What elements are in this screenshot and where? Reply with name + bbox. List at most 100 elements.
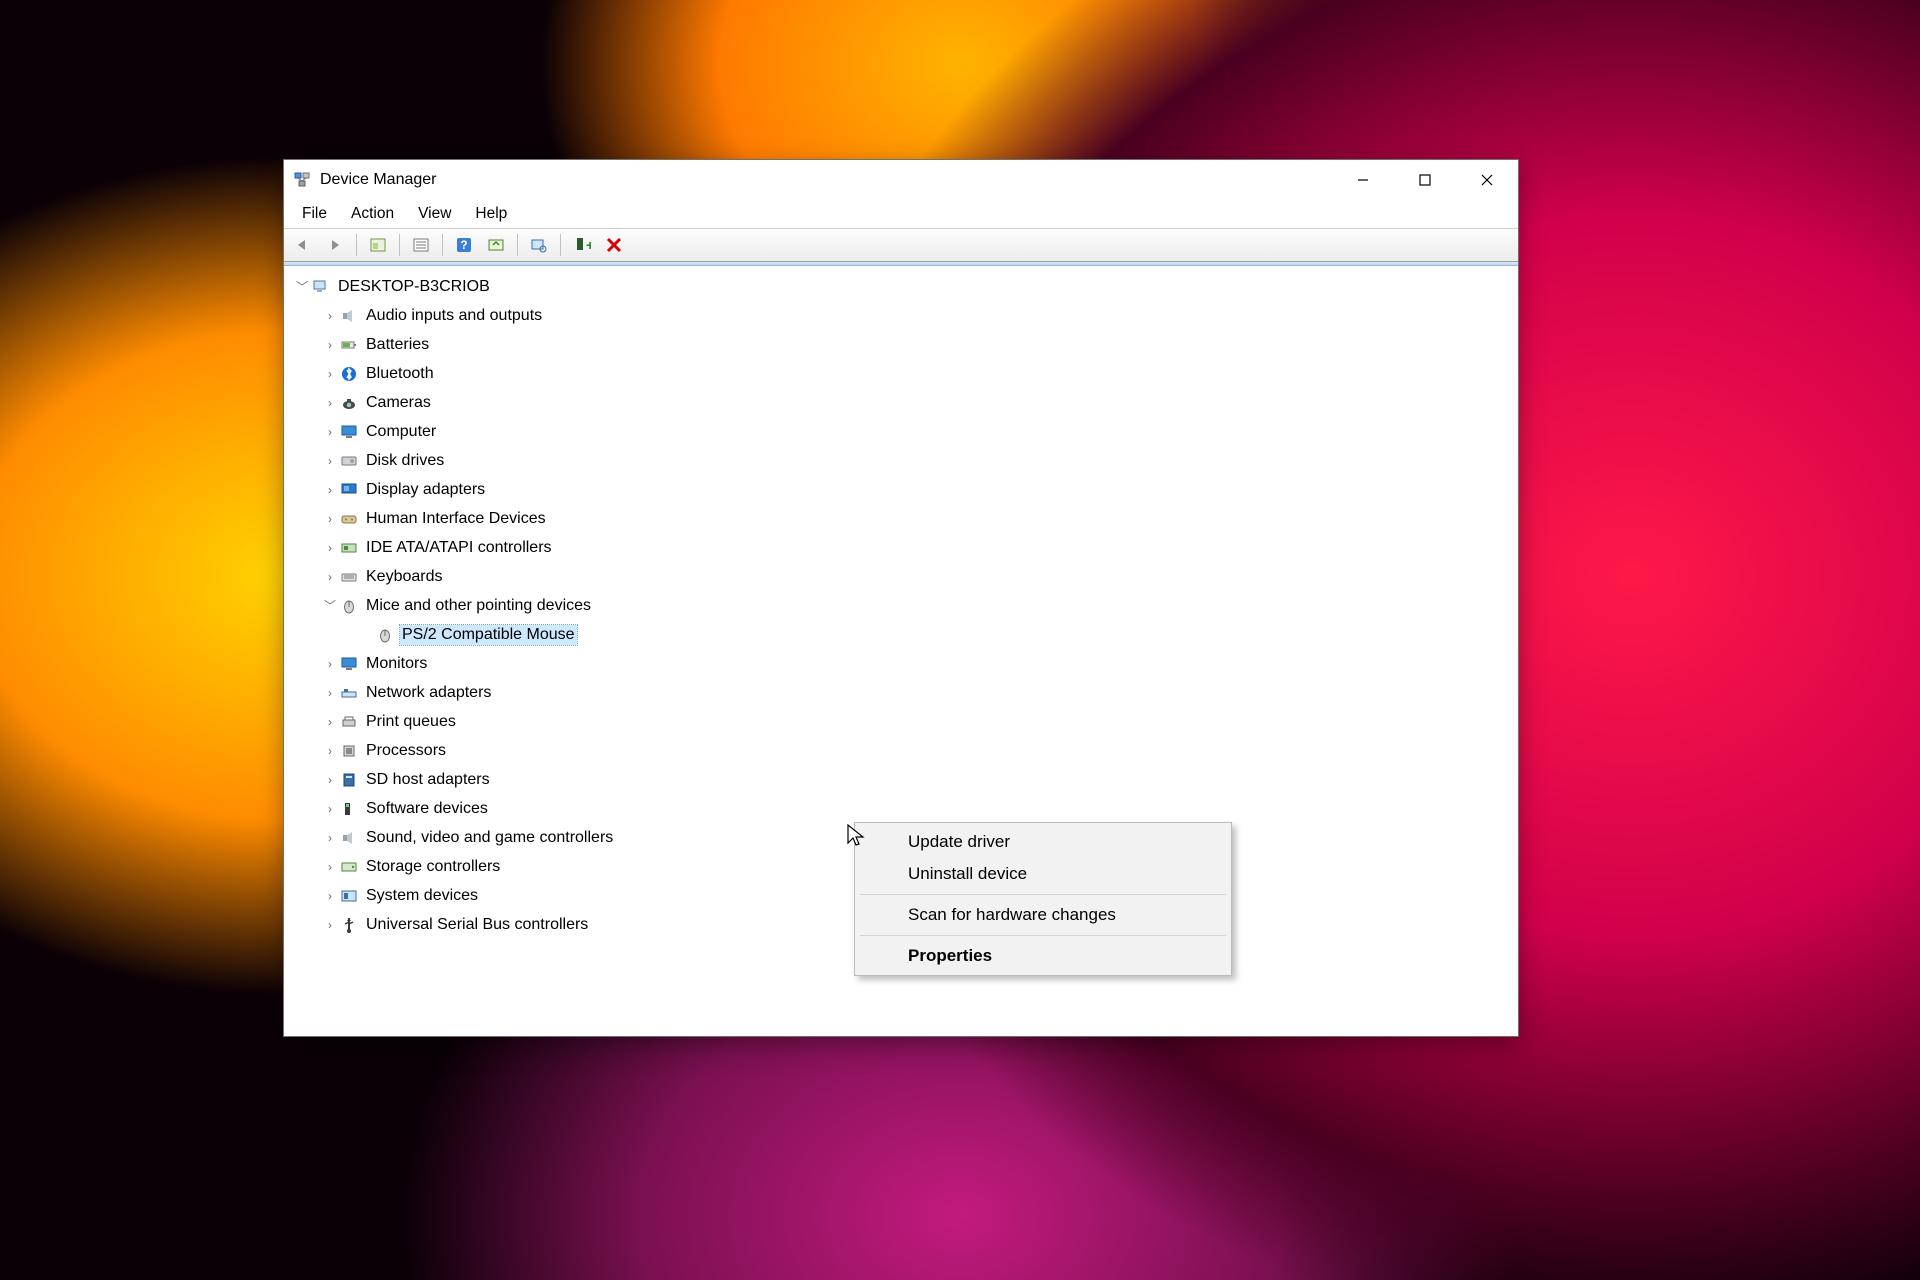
menu-file[interactable]: File — [290, 202, 339, 226]
properties-button[interactable] — [406, 232, 436, 258]
network-icon — [338, 683, 360, 703]
scan-hardware-button[interactable] — [524, 232, 554, 258]
category-label: Audio inputs and outputs — [364, 306, 544, 326]
context-menu-item[interactable]: Scan for hardware changes — [858, 899, 1228, 931]
show-hidden-button[interactable] — [363, 232, 393, 258]
computer-icon — [310, 277, 332, 297]
desktop-wallpaper: Device Manager File Action View Help — [0, 0, 1920, 1280]
svg-text:+: + — [586, 237, 591, 253]
tree-category[interactable]: › Computer — [286, 417, 1516, 446]
menu-help[interactable]: Help — [463, 202, 519, 226]
chevron-right-icon[interactable]: › — [322, 453, 338, 469]
mouse-icon — [374, 625, 396, 645]
tree-category[interactable]: ﹀ Mice and other pointing devices — [286, 591, 1516, 620]
titlebar[interactable]: Device Manager — [284, 160, 1518, 200]
monitor-icon — [338, 654, 360, 674]
tree-category[interactable]: › Keyboards — [286, 562, 1516, 591]
spacer — [358, 627, 374, 643]
chevron-right-icon[interactable]: › — [322, 830, 338, 846]
tree-category[interactable]: › Print queues — [286, 707, 1516, 736]
context-menu-separator — [860, 894, 1226, 895]
category-label: Disk drives — [364, 451, 446, 471]
category-label: Software devices — [364, 799, 490, 819]
chevron-right-icon[interactable]: › — [322, 337, 338, 353]
menu-action[interactable]: Action — [339, 202, 406, 226]
tree-category[interactable]: › Processors — [286, 736, 1516, 765]
context-menu: Update driverUninstall device Scan for ha… — [854, 822, 1232, 976]
category-label: SD host adapters — [364, 770, 492, 790]
tree-category[interactable]: › Disk drives — [286, 446, 1516, 475]
chevron-right-icon[interactable]: › — [322, 685, 338, 701]
menu-view[interactable]: View — [406, 202, 463, 226]
tree-category[interactable]: › SD host adapters — [286, 765, 1516, 794]
menubar: File Action View Help — [284, 200, 1518, 228]
chevron-right-icon[interactable]: › — [322, 656, 338, 672]
category-label: Network adapters — [364, 683, 493, 703]
context-menu-item[interactable]: Update driver — [858, 826, 1228, 858]
chevron-right-icon[interactable]: › — [322, 308, 338, 324]
chevron-right-icon[interactable]: › — [322, 482, 338, 498]
chevron-right-icon[interactable]: › — [322, 917, 338, 933]
uninstall-button[interactable] — [599, 232, 629, 258]
disk-icon — [338, 451, 360, 471]
category-label: Processors — [364, 741, 448, 761]
tree-category[interactable]: › Monitors — [286, 649, 1516, 678]
toolbar-separator — [517, 234, 518, 256]
chevron-right-icon[interactable]: › — [322, 859, 338, 875]
minimize-button[interactable] — [1332, 160, 1394, 200]
chevron-right-icon[interactable]: › — [322, 772, 338, 788]
chevron-down-icon[interactable]: ﹀ — [322, 598, 338, 614]
tree-device[interactable]: PS/2 Compatible Mouse — [286, 620, 1516, 649]
toolbar: ? + — [284, 228, 1518, 262]
category-label: Keyboards — [364, 567, 445, 587]
cpu-icon — [338, 741, 360, 761]
category-label: Print queues — [364, 712, 458, 732]
tree-category[interactable]: › Batteries — [286, 330, 1516, 359]
forward-button[interactable] — [320, 232, 350, 258]
toolbar-separator — [560, 234, 561, 256]
chevron-right-icon[interactable]: › — [322, 511, 338, 527]
category-label: Sound, video and game controllers — [364, 828, 615, 848]
category-label: Computer — [364, 422, 438, 442]
storage-icon — [338, 857, 360, 877]
chevron-right-icon[interactable]: › — [322, 395, 338, 411]
back-button[interactable] — [288, 232, 318, 258]
app-icon — [292, 170, 312, 190]
add-hardware-button[interactable]: + — [567, 232, 597, 258]
context-menu-item[interactable]: Properties — [858, 940, 1228, 972]
tree-category[interactable]: › Audio inputs and outputs — [286, 301, 1516, 330]
bluetooth-icon — [338, 364, 360, 384]
tree-category[interactable]: › Software devices — [286, 794, 1516, 823]
tree-category[interactable]: › Human Interface Devices — [286, 504, 1516, 533]
tree-category[interactable]: › Cameras — [286, 388, 1516, 417]
help-button[interactable]: ? — [449, 232, 479, 258]
maximize-button[interactable] — [1394, 160, 1456, 200]
device-label: PS/2 Compatible Mouse — [400, 625, 577, 645]
tree-category[interactable]: › Network adapters — [286, 678, 1516, 707]
context-menu-item[interactable]: Uninstall device — [858, 858, 1228, 890]
chevron-right-icon[interactable]: › — [322, 888, 338, 904]
tree-category[interactable]: › Bluetooth — [286, 359, 1516, 388]
category-label: IDE ATA/ATAPI controllers — [364, 538, 554, 558]
tree-category[interactable]: › Display adapters — [286, 475, 1516, 504]
keyboard-icon — [338, 567, 360, 587]
chevron-right-icon[interactable]: › — [322, 366, 338, 382]
update-driver-button[interactable] — [481, 232, 511, 258]
chevron-right-icon[interactable]: › — [322, 714, 338, 730]
category-label: Monitors — [364, 654, 429, 674]
close-button[interactable] — [1456, 160, 1518, 200]
toolbar-separator — [442, 234, 443, 256]
tree-category[interactable]: › IDE ATA/ATAPI controllers — [286, 533, 1516, 562]
chevron-right-icon[interactable]: › — [322, 424, 338, 440]
hid-icon — [338, 509, 360, 529]
chevron-right-icon[interactable]: › — [322, 801, 338, 817]
chevron-right-icon[interactable]: › — [322, 540, 338, 556]
chevron-down-icon[interactable]: ﹀ — [294, 279, 310, 295]
ide-icon — [338, 538, 360, 558]
chevron-right-icon[interactable]: › — [322, 569, 338, 585]
chevron-right-icon[interactable]: › — [322, 743, 338, 759]
tree-root[interactable]: ﹀ DESKTOP-B3CRIOB — [286, 272, 1516, 301]
svg-text:?: ? — [460, 238, 467, 252]
sd-icon — [338, 770, 360, 790]
category-label: Universal Serial Bus controllers — [364, 915, 590, 935]
